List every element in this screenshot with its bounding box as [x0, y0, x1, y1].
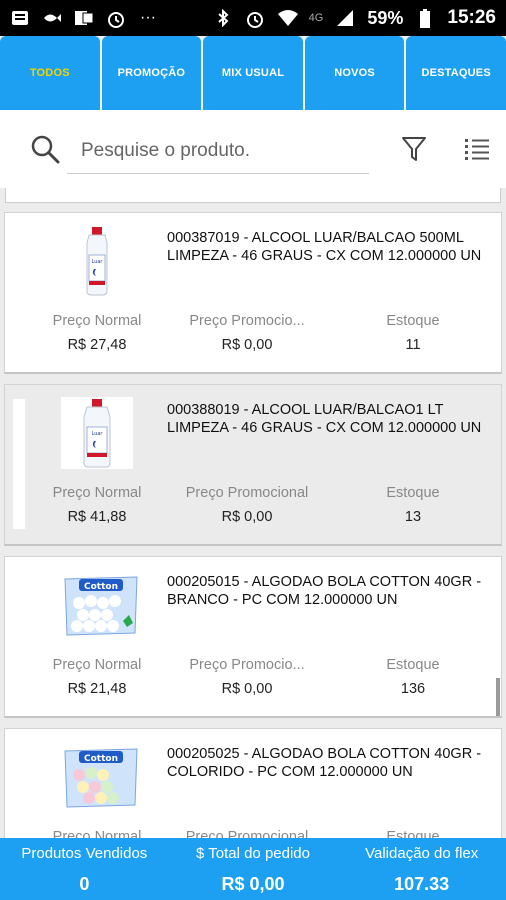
product-card[interactable]: Cotton 000205025 - ALGODAO BOLA COTTON 4…	[4, 728, 502, 838]
promo-price-value: R$ 0,00	[221, 337, 273, 353]
flex-validation-label: Validação do flex	[365, 845, 479, 862]
promo-price-column: Preço Promocio... R$ 0,00	[177, 313, 317, 353]
promo-price-value: R$ 0,00	[221, 509, 273, 525]
order-total-label: $ Total do pedido	[196, 845, 310, 862]
stock-label: Estoque	[386, 829, 440, 838]
normal-price-column: Preço Normal R$ 21,48	[27, 657, 167, 697]
alcohol-bottle-image: Luar	[61, 225, 133, 297]
products-sold-label: Produtos Vendidos	[21, 845, 148, 862]
product-description: 000388019 - ALCOOL LUAR/BALCAO1 LT LIMPE…	[167, 402, 482, 436]
svg-text:Cotton: Cotton	[84, 582, 118, 592]
cotton-bag-image: Cotton	[61, 569, 138, 641]
svg-text:Cotton: Cotton	[84, 754, 118, 764]
alcohol-bottle-image: Luar	[61, 397, 133, 469]
clock: 15:26	[447, 7, 496, 28]
selection-indicator	[13, 399, 25, 529]
tab-destaques[interactable]: DESTAQUES	[406, 36, 506, 110]
fish-icon	[42, 9, 62, 27]
stock-label: Estoque	[386, 485, 440, 501]
promo-price-label: Preço Promocio...	[189, 657, 305, 673]
order-total-value: R$ 0,00	[221, 874, 285, 894]
product-description: 000205015 - ALGODAO BOLA COTTON 40GR - B…	[167, 574, 482, 608]
product-card-selected[interactable]: Luar 000388019 - ALCOOL LUAR/BALCAO1 LT …	[4, 384, 502, 546]
tab-mix-usual[interactable]: MIX USUAL	[203, 36, 303, 110]
list-view-icon[interactable]	[464, 136, 490, 162]
wifi-icon	[277, 9, 298, 27]
normal-price-value: R$ 27,48	[67, 337, 127, 353]
products-sold-value: 0	[79, 874, 90, 894]
battery-percent: 59%	[367, 7, 404, 28]
tab-novos[interactable]: NOVOS	[304, 36, 405, 110]
promo-price-label: Preço Promocio...	[189, 313, 305, 329]
normal-price-value: R$ 21,48	[67, 681, 127, 697]
order-summary-footer: Produtos Vendidos 0 $ Total do pedido R$…	[0, 838, 506, 900]
stock-column: Estoque 11	[343, 313, 483, 353]
product-list[interactable]: Luar 000387019 - ALCOOL LUAR/BALCAO 500M…	[0, 188, 506, 838]
stock-label: Estoque	[386, 313, 440, 329]
signal-icon	[335, 9, 355, 27]
search-icon[interactable]	[30, 134, 60, 164]
status-bar: ··· 4G 59% 15:26	[0, 0, 506, 36]
product-description: 000387019 - ALCOOL LUAR/BALCAO 500ML LIM…	[167, 230, 482, 264]
network-type: 4G	[308, 12, 324, 24]
stock-column: Estoque 13	[343, 485, 483, 525]
promo-price-column: Preço Promocio... R$ 0,00	[177, 657, 317, 697]
status-bar-notifications: ···	[10, 9, 158, 28]
cotton-bag-colored-image: Cotton	[61, 741, 138, 813]
product-description: 000205025 - ALGODAO BOLA COTTON 40GR - C…	[167, 746, 482, 780]
scrollbar[interactable]	[496, 678, 500, 716]
normal-price-label: Preço Normal	[52, 313, 142, 329]
normal-price-column: Preço Normal R$ 41,88	[27, 485, 167, 525]
stock-value: 136	[400, 681, 426, 697]
alarm-icon	[245, 9, 265, 28]
filter-icon[interactable]	[401, 135, 427, 163]
stock-value: 13	[404, 509, 422, 525]
normal-price-column: Preço Normal R$ 27,48	[27, 313, 167, 353]
normal-price-label: Preço Normal	[52, 657, 142, 673]
svg-text:Luar: Luar	[92, 431, 104, 437]
status-bar-system: 4G 59% 15:26	[213, 7, 496, 29]
promo-price-label: Preço Promocional	[185, 829, 309, 838]
svg-text:Luar: Luar	[92, 259, 104, 265]
office-icon	[74, 9, 94, 27]
normal-price-label: Preço Normal	[52, 829, 142, 838]
products-sold-summary: Produtos Vendidos 0	[0, 838, 169, 900]
promo-price-column: Preço Promocional	[177, 829, 317, 838]
product-card[interactable]: Cotton 000205015 - ALGODAO BOLA COTTON 4…	[4, 556, 502, 718]
tab-todos[interactable]: TODOS	[0, 36, 100, 110]
tab-promocao[interactable]: PROMOÇÃO	[101, 36, 202, 110]
more-dots-icon: ···	[140, 9, 156, 26]
search-bar	[0, 110, 506, 188]
normal-price-column: Preço Normal	[27, 829, 167, 838]
stock-label: Estoque	[386, 657, 440, 673]
promo-price-column: Preço Promocional R$ 0,00	[177, 485, 317, 525]
product-card[interactable]: Luar 000387019 - ALCOOL LUAR/BALCAO 500M…	[4, 212, 502, 374]
list-item[interactable]	[5, 188, 501, 203]
search-input[interactable]	[67, 128, 369, 174]
category-tabs: TODOS PROMOÇÃO MIX USUAL NOVOS DESTAQUES	[0, 36, 506, 110]
promo-price-value: R$ 0,00	[221, 681, 273, 697]
bluetooth-icon	[213, 8, 233, 28]
normal-price-label: Preço Normal	[52, 485, 142, 501]
order-total-summary: $ Total do pedido R$ 0,00	[169, 838, 338, 900]
flex-validation-summary: Validação do flex 107.33	[337, 838, 506, 900]
flex-validation-value: 107.33	[394, 874, 450, 894]
normal-price-value: R$ 41,88	[67, 509, 127, 525]
promo-price-label: Preço Promocional	[185, 485, 309, 501]
battery-icon	[415, 9, 435, 28]
alarm-clock-icon	[106, 9, 126, 28]
news-icon	[10, 9, 30, 27]
stock-column: Estoque	[343, 829, 483, 838]
stock-column: Estoque 136	[343, 657, 483, 697]
stock-value: 11	[405, 337, 421, 353]
